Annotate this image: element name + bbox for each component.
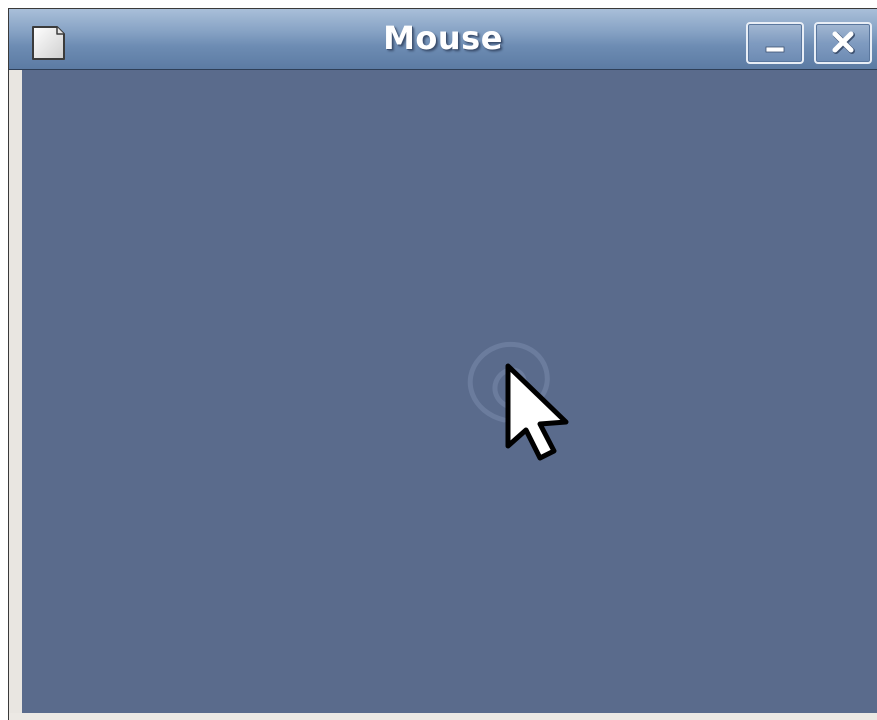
title-bar[interactable]: Mouse	[9, 9, 877, 70]
close-icon	[832, 31, 855, 54]
minimize-button[interactable]	[746, 22, 804, 64]
close-button[interactable]	[814, 22, 872, 64]
cursor-area	[452, 320, 582, 461]
mouse-pointer-icon	[505, 363, 569, 461]
window-content-area[interactable]	[22, 70, 877, 713]
minimize-icon	[765, 46, 785, 53]
bottom-window-border	[9, 713, 877, 720]
left-window-border	[9, 70, 22, 720]
mouse-window: Mouse	[8, 8, 877, 720]
document-icon[interactable]	[30, 24, 67, 62]
